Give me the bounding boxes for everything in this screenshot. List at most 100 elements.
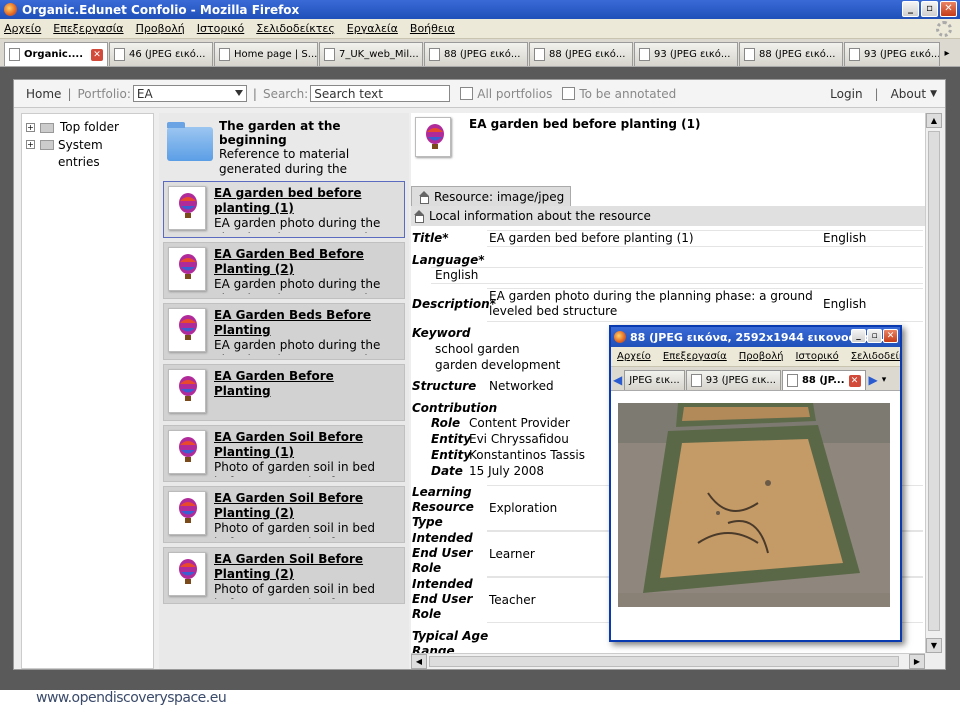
popup-tab-bar: ◀ JPEG εικ... 93 (JPEG εικ... 88 (JP... ✕… [611, 367, 900, 391]
list-item-description: Photo of garden soil in bed before prepa… [214, 460, 375, 477]
expand-icon[interactable]: + [26, 140, 35, 149]
browser-tab[interactable]: 93 (JPEG εικό... [634, 42, 738, 66]
image-file-icon [415, 117, 451, 157]
image-file-icon [168, 247, 206, 291]
menu-bookmarks[interactable]: Σελιδοδείκτες [256, 22, 335, 35]
browser-tab[interactable]: 7_UK_web_Mil... [319, 42, 423, 66]
list-item[interactable]: EA Garden Soil Before Planting (1) Photo … [163, 425, 405, 482]
close-button[interactable]: ✕ [940, 1, 957, 17]
browser-tab[interactable]: 88 (JPEG εικό... [424, 42, 528, 66]
folder-header[interactable]: The garden at the beginning Reference to… [159, 113, 409, 180]
detail-vertical-scrollbar[interactable]: ▲ ▼ [925, 113, 942, 653]
end-user-role-value[interactable]: Teacher [489, 593, 536, 607]
title-value[interactable]: EA garden bed before planting (1) [489, 231, 694, 245]
scroll-left-icon[interactable]: ◀ [411, 654, 427, 669]
tab-list-chevron-icon[interactable]: ▸ [940, 44, 954, 64]
list-item[interactable]: EA Garden Soil Before Planting (2) Photo … [163, 486, 405, 543]
page-icon [114, 48, 125, 61]
menu-history[interactable]: Ιστορικό [197, 22, 245, 35]
browser-tab[interactable]: Organic.... ✕ [4, 42, 108, 66]
list-item-title[interactable]: EA Garden Soil Before Planting (1) [214, 430, 392, 460]
login-link[interactable]: Login [830, 87, 862, 101]
image-popup-window: 88 (JPEG εικόνα, 2592x1944 εικονοστοι...… [609, 325, 902, 642]
description-value[interactable]: EA garden photo during the planning phas… [489, 289, 821, 319]
scroll-down-icon[interactable]: ▼ [926, 638, 942, 653]
scroll-thumb[interactable] [928, 131, 940, 631]
tree-item-top-folder[interactable]: + Top folder [26, 120, 149, 134]
detail-horizontal-scrollbar[interactable]: ◀ ▶ [411, 653, 925, 669]
list-item-title[interactable]: EA Garden Soil Before Planting (2) [214, 552, 392, 582]
keyword-value[interactable]: school garden [435, 342, 520, 356]
list-item[interactable]: EA garden bed before planting (1) EA gard… [163, 181, 405, 238]
menu-file[interactable]: Αρχείο [4, 22, 41, 35]
maximize-button[interactable]: ▫ [867, 329, 882, 343]
local-info-bar: Local information about the resource [411, 206, 925, 226]
structure-value[interactable]: Networked [489, 379, 554, 393]
tab-list-chevron-icon[interactable]: ▾ [882, 375, 887, 385]
scroll-up-icon[interactable]: ▲ [926, 113, 942, 128]
portfolio-select[interactable]: EA [132, 85, 247, 102]
menu-file[interactable]: Αρχείο [617, 351, 651, 362]
browser-tab[interactable]: JPEG εικ... [624, 370, 685, 390]
menu-view[interactable]: Προβολή [739, 351, 784, 362]
browser-tab[interactable]: 88 (JPEG εικό... [529, 42, 633, 66]
browser-tab[interactable]: Home page | S... [214, 42, 318, 66]
entry-list: The garden at the beginning Reference to… [159, 113, 409, 669]
list-item[interactable]: EA Garden Beds Before Planting EA garden … [163, 303, 405, 360]
scroll-thumb[interactable] [429, 656, 899, 667]
expand-icon[interactable]: + [26, 123, 35, 132]
to-be-annotated-checkbox[interactable] [562, 87, 576, 100]
entity-value[interactable]: Konstantinos Tassis [469, 448, 585, 462]
menu-tools[interactable]: Εργαλεία [347, 22, 398, 35]
tree-item-system-entries[interactable]: + System entries [26, 137, 149, 169]
close-tab-icon[interactable]: ✕ [91, 48, 103, 61]
maximize-button[interactable]: ▫ [921, 1, 938, 17]
keyword-value[interactable]: garden development [435, 358, 560, 372]
browser-tab[interactable]: 88 (JPEG εικό... [739, 42, 843, 66]
menu-help[interactable]: Βοήθεια [410, 22, 455, 35]
menu-view[interactable]: Προβολή [136, 22, 185, 35]
list-item-description: EA garden photo during the planning phas… [214, 338, 381, 355]
window-title: Organic.Edunet Confolio - Mozilla Firefo… [22, 2, 300, 17]
firefox-icon [4, 3, 17, 16]
scroll-right-icon[interactable]: ▶ [909, 654, 925, 669]
list-item-title[interactable]: EA garden bed before planting (1) [214, 186, 392, 216]
back-arrow-icon[interactable]: ◀ [613, 373, 622, 387]
close-button[interactable]: ✕ [883, 329, 898, 343]
list-item[interactable]: EA Garden Before Planting [163, 364, 405, 421]
list-item-title[interactable]: EA Garden Bed Before Planting (2) [214, 247, 392, 277]
learning-resource-type-value[interactable]: Exploration [489, 501, 557, 515]
browser-tab[interactable]: 46 (JPEG εικό... [109, 42, 213, 66]
entity-value[interactable]: Evi Chryssafidou [469, 432, 569, 446]
menu-history[interactable]: Ιστορικό [796, 351, 839, 362]
browser-tab[interactable]: 88 (JP... ✕ [781, 370, 866, 390]
forward-arrow-icon[interactable]: ▶ [869, 373, 878, 387]
minimize-button[interactable]: _ [902, 1, 919, 17]
tab-resource[interactable]: Resource: image/jpeg [411, 186, 572, 206]
menu-bookmarks[interactable]: Σελιδοδείκτες [851, 351, 900, 362]
menu-edit[interactable]: Επεξεργασία [663, 351, 727, 362]
menu-edit[interactable]: Επεξεργασία [53, 22, 123, 35]
list-item-title[interactable]: EA Garden Beds Before Planting [214, 308, 392, 338]
list-item[interactable]: EA Garden Bed Before Planting (2) EA gard… [163, 242, 405, 299]
search-input[interactable]: Search text [310, 85, 451, 102]
footer-url[interactable]: www.opendiscoveryspace.eu [36, 690, 227, 706]
minimize-button[interactable]: _ [851, 329, 866, 343]
language-label: Language* [412, 253, 485, 267]
typical-age-range-label: Typical Age Range [412, 629, 489, 653]
about-menu[interactable]: About [891, 87, 926, 101]
list-item[interactable]: EA Garden Soil Before Planting (2) Photo … [163, 547, 405, 604]
close-tab-icon[interactable]: ✕ [848, 374, 861, 387]
end-user-role-value[interactable]: Learner [489, 547, 535, 561]
list-item-title[interactable]: EA Garden Soil Before Planting (2) [214, 491, 392, 521]
folder-description: Reference to material generated during t… [219, 147, 350, 176]
browser-tab[interactable]: 93 (JPEG εικό... [844, 42, 940, 66]
date-value[interactable]: 15 July 2008 [469, 464, 544, 478]
home-icon [418, 190, 430, 204]
home-link[interactable]: Home [26, 87, 61, 101]
language-value[interactable]: English [435, 268, 478, 282]
role-value[interactable]: Content Provider [469, 416, 570, 430]
browser-tab[interactable]: 93 (JPEG εικ... [685, 370, 781, 390]
all-portfolios-checkbox[interactable] [460, 87, 474, 100]
list-item-title[interactable]: EA Garden Before Planting [214, 369, 392, 399]
